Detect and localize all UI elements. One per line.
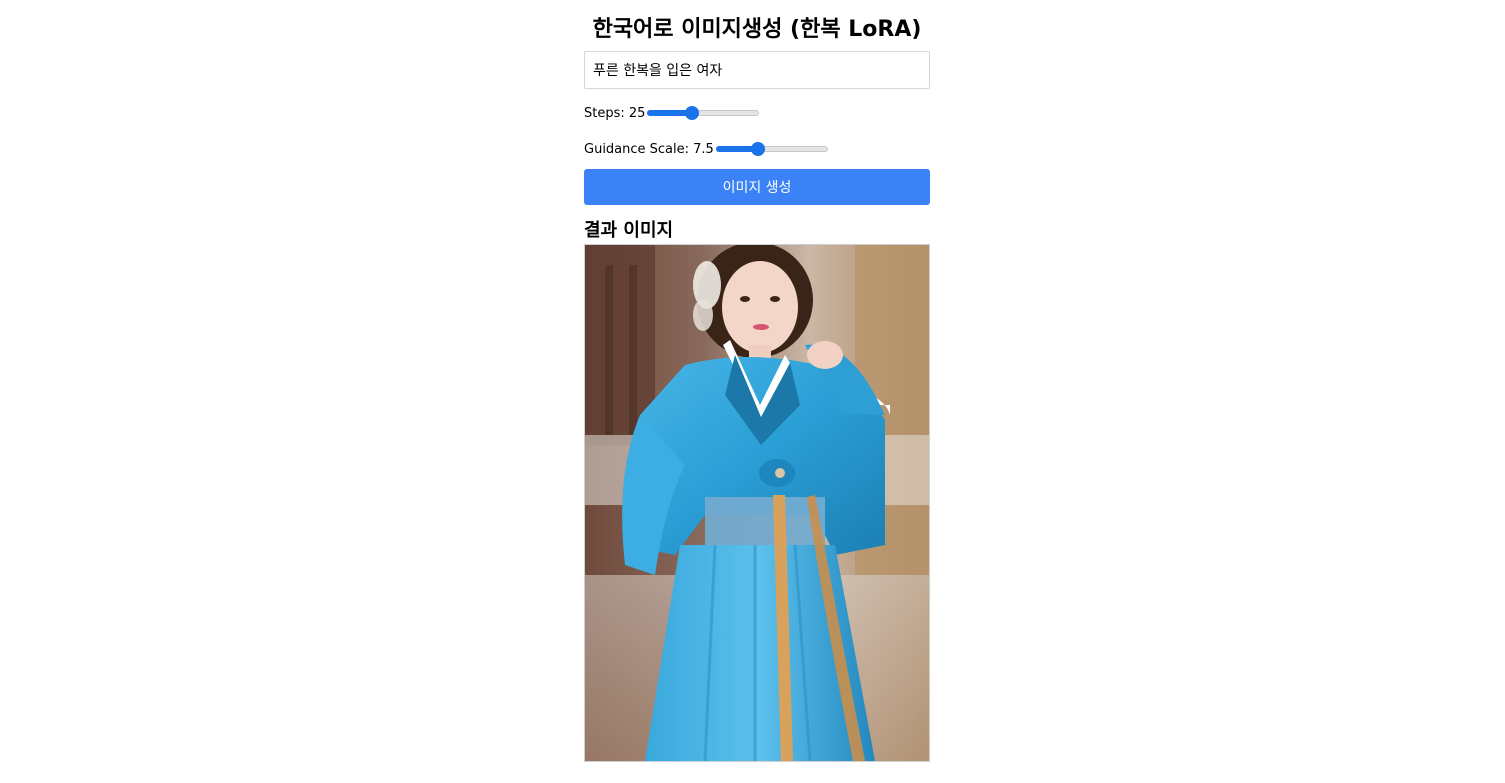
page-title: 한국어로 이미지생성 (한복 LoRA): [592, 17, 922, 42]
guidance-slider-thumb[interactable]: [751, 142, 766, 156]
steps-label: Steps: 25: [584, 105, 646, 121]
hanbok-woman-illustration: [585, 245, 929, 761]
generate-button[interactable]: 이미지 생성: [584, 169, 930, 205]
steps-slider[interactable]: [645, 105, 761, 121]
app-container: 한국어로 이미지생성 (한복 LoRA) Steps: 25 Guidance …: [584, 0, 930, 762]
guidance-label: Guidance Scale: 7.5: [584, 141, 714, 157]
result-heading: 결과 이미지: [584, 220, 674, 241]
steps-slider-thumb[interactable]: [684, 106, 699, 120]
prompt-input[interactable]: [584, 51, 930, 89]
guidance-control: Guidance Scale: 7.5: [584, 137, 930, 161]
steps-control: Steps: 25: [584, 101, 930, 125]
result-image: [584, 244, 930, 762]
guidance-slider[interactable]: [714, 141, 830, 157]
